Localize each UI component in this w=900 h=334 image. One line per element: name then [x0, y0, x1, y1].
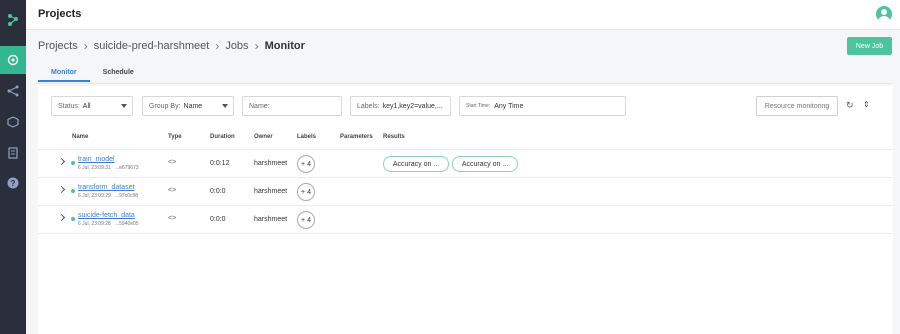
start-time-value: Any Time: [494, 102, 524, 110]
breadcrumb-monitor: Monitor: [264, 40, 305, 52]
breadcrumb-projects[interactable]: Projects: [38, 40, 78, 52]
name-filter-input[interactable]: Name:: [242, 96, 342, 116]
job-owner: harshmeet: [254, 188, 288, 195]
resource-monitoring-button[interactable]: Resource monitoring: [756, 96, 838, 116]
result-chip[interactable]: Accuracy on ...: [452, 156, 518, 172]
expand-row-icon[interactable]: [57, 213, 66, 222]
help-nav-icon[interactable]: ?: [0, 169, 26, 197]
features-nav-icon[interactable]: [0, 108, 26, 136]
breadcrumb-jobs[interactable]: Jobs: [225, 40, 248, 52]
labels-count-badge[interactable]: + 4: [297, 155, 315, 173]
column-header-labels: Labels: [297, 134, 317, 140]
result-chip[interactable]: Accuracy on ...: [383, 156, 449, 172]
job-type-code-icon: <>: [168, 215, 177, 222]
column-header-parameters: Parameters: [340, 134, 373, 140]
start-time-filter[interactable]: Start Time: Any Time: [459, 96, 626, 116]
pipelines-nav-icon[interactable]: [0, 77, 26, 105]
job-time: 6 Jul, 23:09:31: [78, 165, 111, 171]
svg-text:?: ?: [11, 179, 16, 188]
job-type-code-icon: <>: [168, 159, 177, 166]
job-duration: 0:0:0: [210, 216, 226, 223]
projects-nav-icon[interactable]: [0, 46, 26, 74]
status-dot-icon: [71, 189, 75, 193]
column-header-duration: Duration: [210, 134, 235, 140]
job-uid: ...e679673: [114, 165, 139, 171]
job-uid: ...97c0c98: [114, 193, 139, 199]
labels-filter-input[interactable]: Labels: key1,key2=value,...: [350, 96, 451, 116]
name-filter-placeholder: Name:: [249, 102, 270, 110]
top-bar: Projects: [26, 0, 900, 30]
job-name-link[interactable]: transform_dataset: [78, 184, 134, 191]
status-filter-value: All: [82, 102, 91, 110]
logo-icon[interactable]: [0, 6, 26, 34]
job-uid: ...5940e05: [114, 221, 139, 227]
breadcrumb-separator: ›: [215, 39, 220, 53]
job-type-code-icon: <>: [168, 187, 177, 194]
labels-filter-label: Labels:: [357, 102, 380, 110]
chevron-down-icon: [121, 104, 127, 108]
group-by-value: Name: [183, 102, 203, 110]
refresh-icon[interactable]: ↻: [846, 100, 854, 111]
table-row[interactable]: transform_dataset 6 Jul, 23:09:29 ...97c…: [38, 177, 893, 205]
job-owner: harshmeet: [254, 216, 288, 223]
table-row[interactable]: train_model 6 Jul, 23:09:31 ...e679673 <…: [38, 149, 893, 177]
breadcrumb: Projects › suicide-pred-harshmeet › Jobs…: [38, 39, 305, 53]
labels-count-badge[interactable]: + 4: [297, 211, 315, 229]
group-by-filter[interactable]: Group By: Name: [142, 96, 234, 116]
status-filter[interactable]: Status: All: [51, 96, 133, 116]
tab-divider: [38, 83, 892, 84]
jobs-panel: Status: All Group By: Name Name: Labels:…: [38, 86, 893, 334]
table-row[interactable]: suicide-fetch_data 6 Jul, 23:09:28 ...59…: [38, 205, 893, 233]
sidebar: ?: [0, 0, 26, 334]
job-name-link[interactable]: suicide-fetch_data: [78, 212, 135, 219]
column-header-results: Results: [383, 134, 405, 140]
status-dot-icon: [71, 217, 75, 221]
tab-schedule[interactable]: Schedule: [90, 66, 147, 82]
expand-row-icon[interactable]: [57, 185, 66, 194]
status-filter-label: Status:: [58, 102, 80, 110]
start-time-label: Start Time:: [466, 103, 491, 109]
status-dot-icon: [71, 161, 75, 165]
labels-filter-value: key1,key2=value,...: [382, 102, 443, 110]
breadcrumb-separator: ›: [254, 39, 259, 53]
chevron-down-icon: [222, 104, 228, 108]
group-by-label: Group By:: [149, 102, 181, 110]
table-bottom-divider: [38, 233, 893, 234]
tabs: Monitor Schedule: [38, 66, 147, 82]
column-header-name: Name: [72, 134, 89, 140]
labels-count-badge[interactable]: + 4: [297, 183, 315, 201]
breadcrumb-project[interactable]: suicide-pred-harshmeet: [94, 40, 210, 52]
column-header-owner: Owner: [254, 134, 273, 140]
job-duration: 0:0:12: [210, 160, 230, 167]
job-duration: 0:0:0: [210, 188, 226, 195]
job-time: 6 Jul, 23:09:29: [78, 193, 111, 199]
job-name-link[interactable]: train_model: [78, 156, 115, 163]
breadcrumb-separator: ›: [83, 39, 88, 53]
documents-nav-icon[interactable]: [0, 139, 26, 167]
user-avatar-icon[interactable]: [876, 6, 892, 22]
job-time: 6 Jul, 23:09:28: [78, 221, 111, 227]
job-meta: 6 Jul, 23:09:28 ...5940e05: [78, 221, 139, 227]
new-job-button[interactable]: New Job: [847, 37, 892, 55]
job-meta: 6 Jul, 23:09:31 ...e679673: [78, 165, 139, 171]
collapse-icon[interactable]: ⇕: [863, 100, 870, 109]
tab-monitor[interactable]: Monitor: [38, 66, 90, 82]
column-header-type: Type: [168, 134, 182, 140]
job-owner: harshmeet: [254, 160, 288, 167]
job-meta: 6 Jul, 23:09:29 ...97c0c98: [78, 193, 138, 199]
app-title: Projects: [38, 8, 82, 20]
expand-row-icon[interactable]: [57, 157, 66, 166]
